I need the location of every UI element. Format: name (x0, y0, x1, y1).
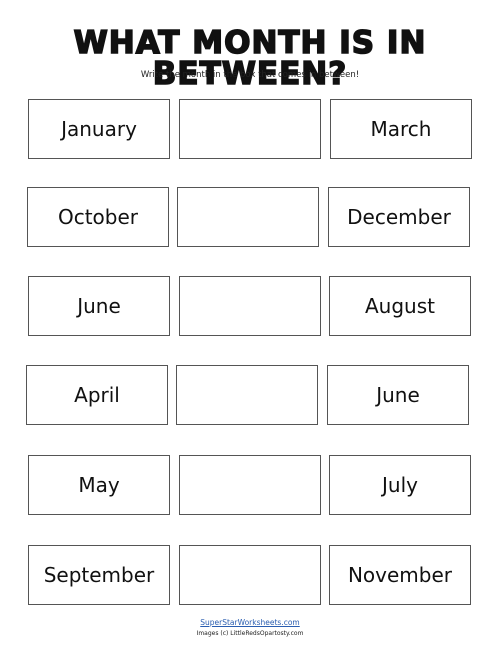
worksheet-instructions: Write the month in the box that comes in… (140, 70, 360, 80)
image-credit: Images (c) LittleRedsOpartosty.com (196, 630, 304, 637)
month-box-before: October (27, 187, 169, 247)
answer-box[interactable] (179, 455, 321, 515)
month-label: January (61, 117, 137, 141)
month-label: August (365, 294, 435, 318)
month-label: November (347, 563, 453, 587)
answer-box[interactable] (179, 99, 321, 159)
site-link[interactable]: SuperStarWorksheets.com (0, 618, 500, 627)
answer-box[interactable] (176, 365, 318, 425)
month-box-before: May (28, 455, 170, 515)
worksheet-title: WHAT MONTH IS IN BETWEEN? (73, 25, 427, 92)
month-label: December (347, 205, 451, 229)
month-label: July (382, 473, 418, 497)
month-label: October (57, 205, 139, 229)
month-box-after: July (329, 455, 471, 515)
answer-box[interactable] (179, 276, 321, 336)
month-label: September (43, 563, 155, 587)
month-box-after: March (330, 99, 472, 159)
answer-box[interactable] (179, 545, 321, 605)
month-box-after: November (329, 545, 471, 605)
month-label: April (74, 383, 120, 407)
month-label: June (77, 294, 121, 318)
month-box-before: April (26, 365, 168, 425)
month-box-before: September (28, 545, 170, 605)
month-box-before: June (28, 276, 170, 336)
month-label: May (78, 473, 120, 497)
answer-box[interactable] (177, 187, 319, 247)
month-box-after: December (328, 187, 470, 247)
month-label: June (376, 383, 420, 407)
month-box-after: August (329, 276, 471, 336)
month-box-after: June (327, 365, 469, 425)
month-box-before: January (28, 99, 170, 159)
month-label: March (370, 117, 432, 141)
